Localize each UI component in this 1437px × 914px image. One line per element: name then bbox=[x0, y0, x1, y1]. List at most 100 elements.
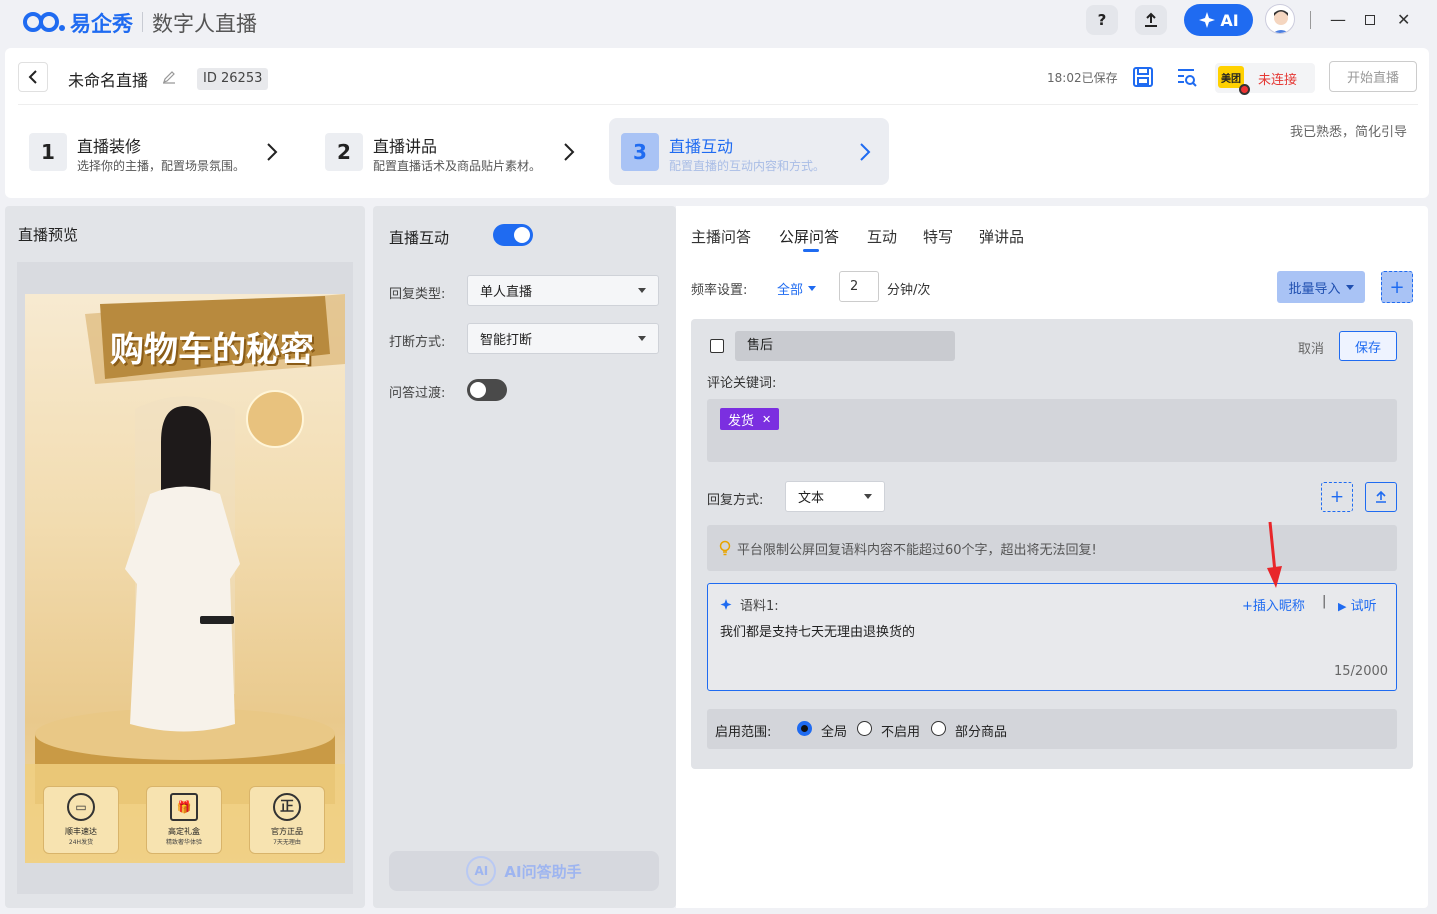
tab-screen-qa[interactable]: 公屏问答 bbox=[779, 226, 839, 247]
reply-type-label: 回复类型: bbox=[389, 287, 446, 302]
insert-nickname-button[interactable]: +插入昵称 bbox=[1242, 595, 1305, 614]
chevron-right-icon bbox=[267, 143, 278, 161]
upload-icon bbox=[1145, 12, 1157, 27]
preview-scene bbox=[25, 294, 345, 863]
window-divider bbox=[1310, 11, 1311, 29]
caret-down-icon bbox=[864, 494, 872, 499]
chevron-left-icon bbox=[28, 70, 37, 84]
badge-label: 高定礼盒 bbox=[168, 827, 200, 836]
scope-global-radio[interactable] bbox=[797, 721, 812, 736]
edit-icon[interactable] bbox=[162, 70, 176, 84]
transition-label: 问答过渡: bbox=[389, 386, 446, 401]
tab-popup-product[interactable]: 弹讲品 bbox=[979, 226, 1024, 247]
keyword-tag[interactable]: 发货 ✕ bbox=[720, 408, 780, 430]
preview-title: 直播预览 bbox=[18, 226, 79, 244]
start-live-button[interactable]: 开始直播 bbox=[1329, 61, 1417, 92]
frequency-scope-value: 全部 bbox=[777, 283, 804, 298]
remove-tag-icon[interactable]: ✕ bbox=[762, 413, 771, 426]
genuine-icon: 正 bbox=[273, 793, 301, 821]
save-icon[interactable] bbox=[1132, 66, 1154, 88]
reply-type-select[interactable]: 单人直播 bbox=[467, 275, 659, 306]
id-value: 26253 bbox=[221, 71, 263, 86]
badge-label: 官方正品 bbox=[271, 827, 303, 836]
truck-icon: ▭ bbox=[67, 793, 95, 821]
interaction-title: 直播互动 bbox=[389, 229, 450, 247]
transition-toggle[interactable] bbox=[467, 379, 507, 401]
keyword-text: 发货 bbox=[728, 413, 755, 429]
caret-down-icon bbox=[638, 288, 646, 293]
frequency-scope-dropdown[interactable]: 全部 bbox=[777, 279, 817, 298]
logo-icon bbox=[23, 12, 65, 32]
step-3-title[interactable]: 直播互动 bbox=[669, 133, 733, 157]
frequency-label: 频率设置: bbox=[691, 283, 748, 298]
app-name: 数字人直播 bbox=[152, 12, 257, 36]
interrupt-select[interactable]: 智能打断 bbox=[467, 323, 659, 354]
cancel-button[interactable]: 取消 bbox=[1298, 338, 1324, 357]
sparkle-icon bbox=[1199, 12, 1216, 28]
step-3-desc: 配置直播的互动内容和方式。 bbox=[669, 159, 826, 173]
frequency-input[interactable]: 2 bbox=[839, 271, 879, 302]
add-qa-button[interactable]: + bbox=[1381, 271, 1413, 303]
qa-name-input[interactable]: 售后 bbox=[735, 331, 955, 361]
ai-assistant-label: AI问答助手 bbox=[504, 862, 582, 881]
preview-banner-text: 购物车的秘密 bbox=[110, 330, 314, 370]
plus-icon: + bbox=[1389, 276, 1405, 298]
caret-down-icon bbox=[638, 336, 646, 341]
maximize-icon[interactable] bbox=[1365, 15, 1375, 25]
live-preview: 购物车的秘密 ▭ 顺丰速达 24H发货 🎁 高定礼盒 精致奢华体验 正 官方正品… bbox=[25, 294, 345, 863]
batch-import-label: 批量导入 bbox=[1288, 281, 1341, 297]
frequency-unit: 分钟/次 bbox=[887, 283, 931, 298]
back-button[interactable] bbox=[18, 62, 48, 92]
chevron-right-icon bbox=[564, 143, 575, 161]
step-1-desc: 选择你的主播，配置场景氛围。 bbox=[77, 159, 246, 173]
scope-label: 启用范围: bbox=[715, 725, 772, 740]
tab-interaction[interactable]: 互动 bbox=[867, 226, 897, 247]
id-badge: ID 26253 bbox=[197, 68, 269, 90]
qa-select-checkbox[interactable] bbox=[710, 339, 724, 353]
ai-button[interactable]: AI bbox=[1184, 4, 1253, 36]
lightbulb-icon bbox=[719, 540, 731, 556]
save-button[interactable]: 保存 bbox=[1339, 331, 1397, 361]
tab-host-qa[interactable]: 主播问答 bbox=[691, 226, 751, 247]
upload-icon bbox=[1376, 490, 1386, 503]
simplify-guide-link[interactable]: 我已熟悉，简化引导 bbox=[1290, 121, 1407, 140]
interaction-settings-panel bbox=[373, 206, 676, 908]
play-icon: ▶ bbox=[1338, 600, 1347, 613]
help-button[interactable]: ? bbox=[1086, 5, 1118, 35]
gift-icon: 🎁 bbox=[170, 793, 198, 821]
upload-corpus-button[interactable] bbox=[1365, 482, 1397, 512]
ai-assistant-button[interactable]: AI AI问答助手 bbox=[389, 851, 659, 891]
reply-type-value: 单人直播 bbox=[480, 285, 533, 300]
user-avatar[interactable] bbox=[1265, 4, 1295, 34]
keyword-label: 评论关键词: bbox=[707, 376, 777, 391]
minimize-icon[interactable]: — bbox=[1330, 10, 1346, 29]
scope-partial-radio[interactable] bbox=[931, 721, 946, 736]
step-1-title[interactable]: 直播装修 bbox=[77, 133, 141, 157]
upload-button[interactable] bbox=[1135, 5, 1167, 35]
scope-disabled-label[interactable]: 不启用 bbox=[881, 721, 920, 740]
keyword-box[interactable] bbox=[707, 399, 1397, 462]
close-icon[interactable]: ✕ bbox=[1397, 10, 1410, 29]
try-listen-button[interactable]: ▶ 试听 bbox=[1338, 595, 1377, 614]
reply-method-select[interactable]: 文本 bbox=[785, 481, 885, 512]
badge-label: 顺丰速达 bbox=[65, 827, 97, 836]
scope-partial-label[interactable]: 部分商品 bbox=[955, 721, 1007, 740]
badge-shipping: ▭ 顺丰速达 24H发货 bbox=[43, 786, 119, 854]
corpus-label: 语料1: bbox=[740, 599, 779, 614]
live-title[interactable]: 未命名直播 bbox=[68, 67, 148, 91]
interaction-toggle[interactable] bbox=[493, 224, 533, 246]
tab-closeup[interactable]: 特写 bbox=[923, 226, 953, 247]
char-counter: 15/2000 bbox=[1334, 664, 1389, 679]
scope-disabled-radio[interactable] bbox=[857, 721, 872, 736]
add-corpus-button[interactable]: + bbox=[1321, 482, 1353, 512]
corpus-text[interactable]: 我们都是支持七天无理由退换货的 bbox=[720, 621, 915, 640]
reply-method-value: 文本 bbox=[798, 491, 825, 506]
step-1-number: 1 bbox=[29, 133, 67, 171]
search-list-icon[interactable] bbox=[1176, 66, 1198, 88]
platform-status: 未连接 bbox=[1258, 73, 1298, 88]
step-2-number: 2 bbox=[325, 133, 363, 171]
step-2-title[interactable]: 直播讲品 bbox=[373, 133, 437, 157]
batch-import-button[interactable]: 批量导入 bbox=[1277, 271, 1365, 303]
scope-global-label[interactable]: 全局 bbox=[821, 721, 847, 740]
interrupt-label: 打断方式: bbox=[389, 335, 446, 350]
